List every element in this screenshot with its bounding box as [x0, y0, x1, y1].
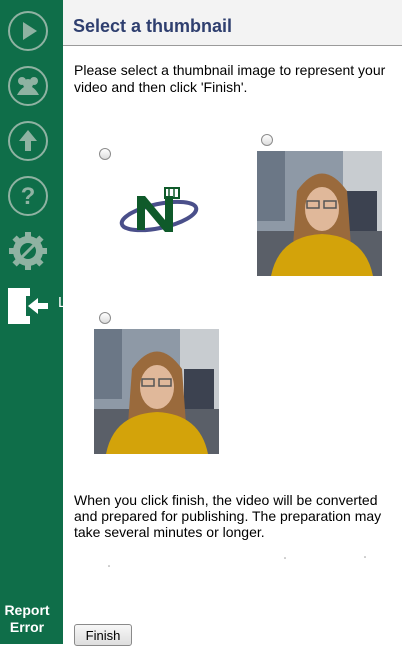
- header: Select a thumbnail: [63, 0, 402, 46]
- play-icon[interactable]: [8, 11, 48, 51]
- upload-icon[interactable]: [8, 121, 48, 161]
- person-photo-icon[interactable]: [257, 151, 382, 276]
- settings-icon[interactable]: [8, 231, 48, 271]
- report-error-link[interactable]: Report Error: [0, 602, 54, 636]
- help-icon[interactable]: ?: [8, 176, 48, 216]
- logo-n-icon[interactable]: [119, 180, 199, 242]
- main-panel: Select a thumbnail Please select a thumb…: [63, 0, 402, 646]
- exit-icon[interactable]: [6, 286, 50, 326]
- conversion-note: When you click finish, the video will be…: [74, 492, 382, 540]
- instructions-text: Please select a thumbnail image to repre…: [74, 62, 386, 95]
- thumbnail-radio-3[interactable]: [99, 312, 111, 324]
- finish-button[interactable]: Finish: [74, 624, 132, 646]
- loading-dots-icon: [108, 556, 366, 567]
- person-photo-icon[interactable]: [94, 329, 219, 454]
- users-icon[interactable]: [8, 66, 48, 106]
- svg-text:?: ?: [21, 183, 36, 210]
- sidebar: ? L Report Erro: [0, 0, 66, 644]
- page-title: Select a thumbnail: [73, 16, 233, 36]
- thumbnail-radio-1[interactable]: [99, 148, 111, 160]
- thumbnail-radio-2[interactable]: [261, 134, 273, 146]
